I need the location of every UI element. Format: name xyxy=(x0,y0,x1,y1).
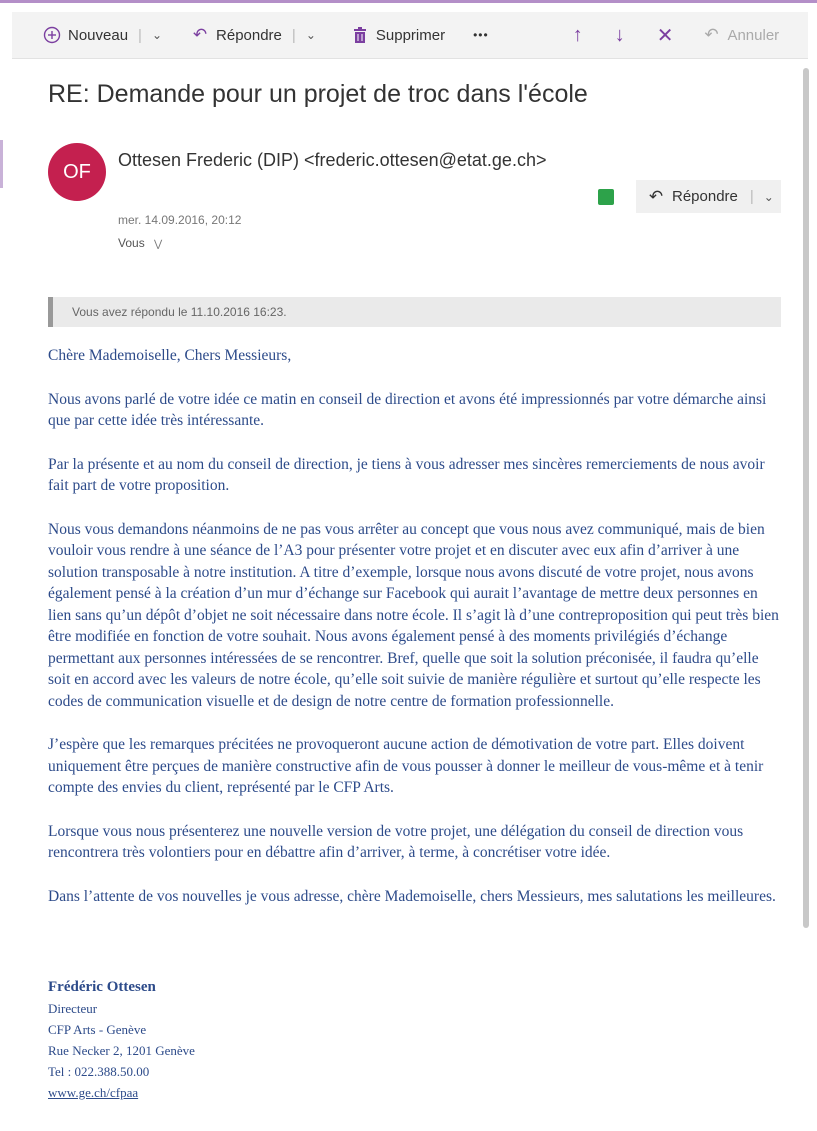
paragraph-3: Nous vous demandons néanmoins de ne pas … xyxy=(48,520,779,710)
paragraph-1: Nous avons parlé de votre idée ce matin … xyxy=(48,390,767,430)
signature-link[interactable]: www.ge.ch/cfpaa xyxy=(48,1085,138,1100)
message-body: Chère Mademoiselle, Chers Messieurs, Nou… xyxy=(48,345,783,929)
message-reply-label: Répondre xyxy=(672,188,738,205)
signature-title: Directeur xyxy=(48,1001,98,1016)
greeting: Chère Mademoiselle, Chers Messieurs, xyxy=(48,347,292,364)
reply-dropdown-chevron-icon[interactable]: ⌄ xyxy=(302,12,320,58)
delete-button[interactable]: Supprimer xyxy=(344,12,451,58)
replied-notice: Vous avez répondu le 11.10.2016 16:23. xyxy=(48,297,781,327)
evernote-icon[interactable] xyxy=(598,189,614,205)
signature-name: Frédéric Ottesen xyxy=(48,979,156,995)
paragraph-5: Lorsque vous nous présenterez une nouvel… xyxy=(48,822,744,862)
next-message-button[interactable]: ↓ xyxy=(609,12,631,58)
reply-arrow-icon: ↶ xyxy=(648,186,664,206)
expand-recipients-icon[interactable]: ⋁ xyxy=(154,239,162,250)
undo-button[interactable]: ↶ Annuler xyxy=(695,12,785,58)
arrow-up-icon: ↑ xyxy=(572,23,583,46)
toolbar-separator: | xyxy=(291,26,296,44)
sender-avatar: OF xyxy=(48,143,106,201)
new-button[interactable]: Nouveau xyxy=(12,12,134,58)
window-top-border xyxy=(0,0,817,3)
close-button[interactable]: ✕ xyxy=(651,12,680,58)
recipients-row[interactable]: Vous ⋁ xyxy=(118,236,162,250)
reply-arrow-icon: ↶ xyxy=(192,25,208,44)
plus-circle-icon xyxy=(42,26,62,44)
reply-button-label: Répondre xyxy=(216,26,282,44)
message-date: mer. 14.09.2016, 20:12 xyxy=(118,213,242,227)
signature-address: Rue Necker 2, 1201 Genève xyxy=(48,1043,195,1058)
more-dots-icon: ••• xyxy=(473,28,489,42)
message-reply-button[interactable]: ↶ Répondre | ⌄ xyxy=(636,180,781,213)
undo-button-label: Annuler xyxy=(727,26,780,44)
email-signature: Frédéric Ottesen Directeur CFP Arts - Ge… xyxy=(48,977,448,1103)
sender-address[interactable]: Ottesen Frederic (DIP) <frederic.ottesen… xyxy=(118,150,546,171)
delete-button-label: Supprimer xyxy=(375,26,446,44)
toolbar-separator: | xyxy=(138,26,142,44)
new-dropdown-chevron-icon[interactable]: ⌄ xyxy=(148,12,166,58)
paragraph-4: J’espère que les remarques précitées ne … xyxy=(48,736,764,796)
vertical-scrollbar[interactable] xyxy=(800,60,812,1120)
paragraph-6: Dans l’attente de vos nouvelles je vous … xyxy=(48,887,776,905)
reply-separator: | xyxy=(749,188,754,205)
reply-button[interactable]: ↶ Répondre xyxy=(184,12,288,58)
recipient-name: Vous xyxy=(118,236,145,250)
signature-phone: Tel : 022.388.50.00 xyxy=(48,1064,150,1079)
command-toolbar: Nouveau | ⌄ ↶ Répondre | ⌄ Supprimer •••… xyxy=(12,12,808,59)
more-button[interactable]: ••• xyxy=(467,12,495,58)
new-button-label: Nouveau xyxy=(68,26,129,44)
arrow-down-icon: ↓ xyxy=(614,23,625,46)
left-pane-accent xyxy=(0,140,3,188)
paragraph-2: Par la présente et au nom du conseil de … xyxy=(48,455,765,495)
close-icon: ✕ xyxy=(656,24,674,47)
message-subject: RE: Demande pour un projet de troc dans … xyxy=(48,80,588,108)
signature-org: CFP Arts - Genève xyxy=(48,1022,147,1037)
trash-icon xyxy=(350,27,370,43)
undo-icon: ↶ xyxy=(704,25,719,44)
reply-options-chevron-icon[interactable]: ⌄ xyxy=(764,190,774,204)
scrollbar-thumb[interactable] xyxy=(803,68,809,928)
previous-message-button[interactable]: ↑ xyxy=(567,12,589,58)
